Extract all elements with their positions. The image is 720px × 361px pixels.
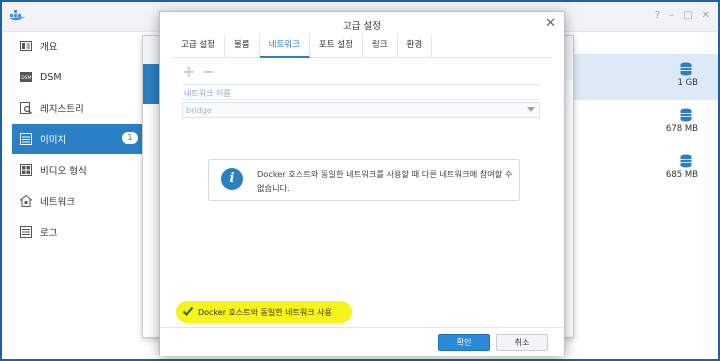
- remove-icon[interactable]: −: [202, 62, 215, 81]
- sidebar-item-image[interactable]: 이미지 1: [12, 124, 144, 154]
- tab-links[interactable]: 링크: [363, 34, 398, 58]
- image-count-badge: 1: [122, 132, 138, 144]
- sidebar-item-overview[interactable]: 개요: [12, 32, 144, 60]
- use-host-network-checkbox-label[interactable]: Docker 호스트와 동일한 네트워크 사용: [198, 307, 332, 318]
- tab-volume[interactable]: 볼륨: [225, 34, 260, 58]
- dsm-icon: DSM: [20, 71, 32, 83]
- tab-network[interactable]: 네트워크: [259, 34, 310, 58]
- image-size: 678 MB: [665, 124, 698, 134]
- ok-button[interactable]: 확인: [438, 334, 490, 351]
- tab-port-settings[interactable]: 포트 설정: [310, 34, 363, 58]
- dialog-title: 고급 설정: [343, 21, 381, 32]
- cancel-button[interactable]: 취소: [496, 334, 548, 351]
- list-item[interactable]: 678 MB: [565, 100, 718, 146]
- image-icon: [20, 133, 32, 145]
- help-icon[interactable]: ?: [655, 10, 660, 21]
- app-window: ? – □ ✕ 개요 DSM DSM 레지스트리 이미지 1 비디오 형식 네트…: [0, 0, 720, 361]
- info-message-box: i Docker 호스트와 동일한 네트워크를 사용할 때 다른 네트워크에 참…: [208, 159, 520, 201]
- sidebar: 개요 DSM DSM 레지스트리 이미지 1 비디오 형식 네트워크 로그: [2, 32, 150, 359]
- chevron-down-icon: [527, 107, 535, 112]
- sidebar-item-network[interactable]: 네트워크: [12, 187, 144, 215]
- overview-icon: [20, 40, 32, 52]
- tab-bar: 고급 설정 볼륨 네트워크 포트 설정 링크 환경: [172, 34, 552, 58]
- log-icon: [20, 226, 32, 238]
- minimize-icon[interactable]: –: [669, 10, 674, 21]
- advanced-settings-dialog: 고급 설정 ✕ 고급 설정 볼륨 네트워크 포트 설정 링크 환경 + − 네트…: [159, 11, 565, 356]
- video-format-icon: [20, 164, 32, 176]
- network-name-header: 네트워크 이름: [182, 84, 540, 100]
- network-select[interactable]: bridge: [182, 102, 540, 118]
- window-controls: ? – □ ✕: [655, 10, 710, 21]
- add-icon[interactable]: +: [182, 62, 195, 81]
- image-size: 1 GB: [677, 78, 698, 88]
- registry-icon: [20, 102, 32, 114]
- close-icon[interactable]: ✕: [545, 16, 556, 31]
- database-icon: [680, 154, 692, 168]
- info-icon: i: [221, 168, 243, 190]
- sidebar-item-label: 로그: [40, 228, 58, 239]
- database-icon: [680, 62, 692, 76]
- sidebar-item-registry[interactable]: 레지스트리: [12, 94, 144, 122]
- tab-advanced-settings[interactable]: 고급 설정: [172, 34, 225, 58]
- sidebar-item-label: 개요: [40, 42, 58, 53]
- sidebar-item-dsm[interactable]: DSM DSM: [12, 63, 144, 91]
- list-item[interactable]: 1 GB: [565, 54, 718, 100]
- sidebar-item-label: 이미지: [40, 135, 67, 146]
- docker-logo-icon: [9, 10, 25, 21]
- list-item[interactable]: 685 MB: [565, 146, 718, 192]
- sidebar-item-video-format[interactable]: 비디오 형식: [12, 156, 144, 184]
- checkbox-checked-icon[interactable]: [182, 305, 194, 317]
- sidebar-item-log[interactable]: 로그: [12, 218, 144, 246]
- maximize-icon[interactable]: □: [683, 10, 692, 21]
- sidebar-item-label: 네트워크: [40, 197, 75, 208]
- info-message: Docker 호스트와 동일한 네트워크를 사용할 때 다른 네트워크에 참여할…: [257, 169, 513, 193]
- image-size: 685 MB: [665, 170, 698, 180]
- network-select-value: bridge: [186, 106, 212, 115]
- svg-text:DSM: DSM: [21, 75, 31, 81]
- sidebar-item-label: 레지스트리: [40, 104, 84, 115]
- close-window-icon[interactable]: ✕: [702, 10, 710, 21]
- network-icon: [20, 195, 32, 207]
- sidebar-item-label: 비디오 형식: [40, 166, 87, 177]
- tab-environment[interactable]: 환경: [398, 34, 433, 58]
- sidebar-item-label: DSM: [40, 71, 62, 83]
- database-icon: [680, 108, 692, 122]
